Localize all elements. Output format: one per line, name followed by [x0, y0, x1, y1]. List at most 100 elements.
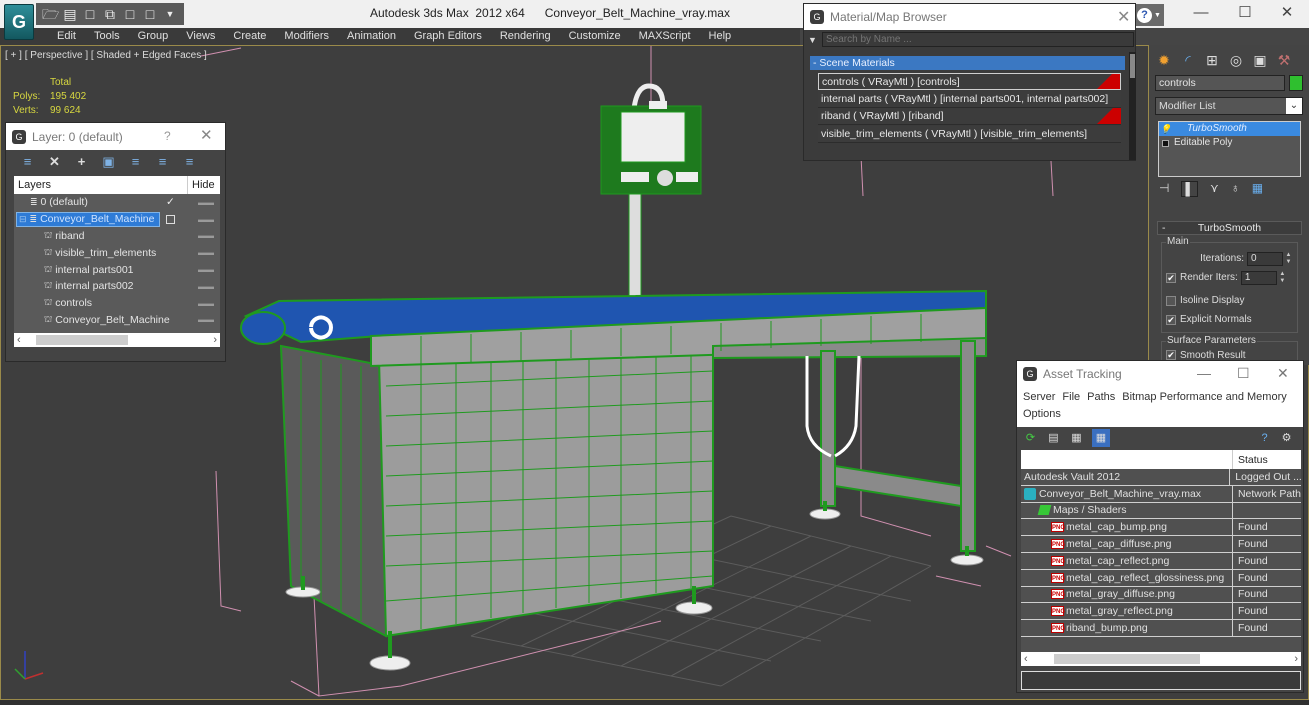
hide-toggle[interactable]: ▬▬ [198, 215, 214, 224]
configure-sets-icon[interactable]: ▦ [1252, 181, 1263, 197]
undo-icon[interactable]: □ [122, 6, 138, 22]
scroll-left-icon[interactable]: ‹ [1024, 652, 1028, 666]
object-color-swatch[interactable] [1289, 75, 1303, 91]
close-icon[interactable]: ✕ [1117, 7, 1130, 27]
menu-create[interactable]: Create [224, 28, 275, 45]
hide-toggle[interactable]: ▬▬ [198, 248, 214, 257]
layer-row[interactable]: ≣ 0 (default) ✓ ▬▬ [14, 194, 220, 211]
layer-dialog-titlebar[interactable]: G Layer: 0 (default) ? ✕ [6, 123, 225, 150]
close-button[interactable]: ✕ [1272, 3, 1302, 23]
modify-icon[interactable]: ◜ [1179, 51, 1197, 69]
menu-rendering[interactable]: Rendering [491, 28, 560, 45]
smooth-result-checkbox[interactable]: ✔ [1166, 350, 1176, 360]
asset-horizontal-scrollbar[interactable]: ‹ › [1021, 652, 1301, 666]
menu-maxscript[interactable]: MAXScript [630, 28, 700, 45]
viewport-label[interactable]: [ + ] [ Perspective ] [ Shaded + Edged F… [5, 50, 207, 61]
menu-tools[interactable]: Tools [85, 28, 129, 45]
create-icon[interactable]: ✹ [1155, 51, 1173, 69]
scroll-right-icon[interactable]: › [1294, 652, 1298, 666]
maximize-button[interactable]: ☐ [1237, 365, 1250, 382]
menu-edit[interactable]: Edit [48, 28, 85, 45]
object-row[interactable]: ⛫ internal parts002 ▬▬ [14, 278, 220, 295]
asset-tracking-titlebar[interactable]: G Asset Tracking — ☐ ✕ [1017, 361, 1303, 387]
show-end-result-icon[interactable]: ▌ [1181, 181, 1198, 197]
minimize-button[interactable]: — [1186, 3, 1216, 23]
redo-icon[interactable]: □ [142, 6, 158, 22]
expand-icon[interactable]: ⊟ [19, 214, 27, 225]
asset-menu-options[interactable]: Options [1023, 408, 1061, 420]
display-icon[interactable]: ▣ [1251, 51, 1269, 69]
scrollbar-thumb[interactable] [1054, 654, 1200, 664]
dropdown-icon[interactable]: ▼ [162, 6, 178, 22]
isoline-checkbox[interactable] [1166, 295, 1176, 306]
pin-stack-icon[interactable]: ⊣ [1159, 181, 1169, 197]
asset-menu-paths[interactable]: Paths [1087, 391, 1115, 403]
new-icon[interactable]: □ [82, 6, 98, 22]
create-layer-icon[interactable]: ≡ [20, 154, 35, 169]
asset-row[interactable]: PNG metal_cap_reflect_glossiness.png Found [1021, 569, 1301, 587]
table-view-icon[interactable]: ▦ [1092, 429, 1110, 447]
make-unique-icon[interactable]: ⋎ [1210, 181, 1219, 197]
scroll-left-icon[interactable]: ‹ [17, 333, 21, 347]
object-row[interactable]: ⛫ Conveyor_Belt_Machine ▬▬ [14, 312, 220, 329]
stack-item-turbosmooth[interactable]: 💡 TurboSmooth [1159, 122, 1300, 136]
asset-row[interactable]: PNG metal_cap_reflect.png Found [1021, 552, 1301, 570]
menu-help[interactable]: Help [700, 28, 741, 45]
refresh-icon[interactable]: ⟳ [1023, 431, 1038, 446]
close-button[interactable]: ✕ [1277, 365, 1289, 382]
help-button[interactable]: ? ▼ [1134, 4, 1164, 26]
object-name-field[interactable] [1155, 75, 1285, 91]
help-icon[interactable]: ? [164, 129, 171, 143]
freeze-all-icon[interactable]: ≡ [182, 154, 197, 169]
material-browser-titlebar[interactable]: G Material/Map Browser ✕ [804, 4, 1135, 30]
object-row[interactable]: ⛫ riband ▬▬ [14, 228, 220, 245]
utilities-icon[interactable]: ⚒ [1275, 51, 1293, 69]
spinner-arrows-icon[interactable]: ▲ ▼ [1278, 271, 1287, 285]
material-item[interactable]: visible_trim_elements ( VRayMtl ) [visib… [818, 125, 1121, 143]
select-objects-icon[interactable]: ▣ [101, 154, 116, 169]
add-to-layer-icon[interactable]: + [74, 154, 89, 169]
explicit-normals-checkbox[interactable]: ✔ [1166, 314, 1176, 325]
menu-animation[interactable]: Animation [338, 28, 405, 45]
hierarchy-icon[interactable]: ⊞ [1203, 51, 1221, 69]
column-layers[interactable]: Layers [14, 176, 188, 194]
options-dropdown-icon[interactable]: ▼ [808, 35, 822, 45]
column-status[interactable]: Status [1233, 450, 1268, 469]
chevron-down-icon[interactable]: ⌄ [1286, 98, 1302, 114]
layer-row[interactable]: ⊟ ≣ Conveyor_Belt_Machine ▬▬ [14, 211, 220, 228]
asset-row[interactable]: PNG metal_gray_reflect.png Found [1021, 603, 1301, 621]
asset-row[interactable]: PNG metal_cap_diffuse.png Found [1021, 536, 1301, 553]
asset-row[interactable]: PNG metal_cap_bump.png Found [1021, 519, 1301, 537]
spinner-arrows-icon[interactable]: ▲ ▼ [1284, 252, 1293, 266]
whats-this-icon[interactable]: ⚙ [1279, 431, 1294, 446]
hold-icon[interactable]: ⧉ [102, 6, 118, 22]
help-icon[interactable]: ? [1257, 431, 1272, 446]
current-layer-check-icon[interactable]: ✓ [166, 196, 175, 208]
motion-icon[interactable]: ◎ [1227, 51, 1245, 69]
column-name[interactable] [1021, 450, 1233, 469]
asset-menu-bitmap-performance-and-memory[interactable]: Bitmap Performance and Memory [1122, 391, 1286, 403]
scrollbar-thumb[interactable] [1130, 54, 1135, 78]
material-vertical-scrollbar[interactable] [1129, 52, 1136, 160]
hide-toggle[interactable]: ▬▬ [198, 282, 214, 291]
set-current-checkbox[interactable] [166, 214, 175, 224]
material-item[interactable]: internal parts ( VRayMtl ) [internal par… [818, 90, 1121, 108]
render-iters-checkbox[interactable]: ✔ [1166, 272, 1176, 283]
search-input[interactable] [822, 32, 1134, 47]
asset-path-field[interactable] [1021, 671, 1301, 690]
open-icon[interactable]: 🗁 [42, 6, 59, 22]
asset-menu-file[interactable]: File [1062, 391, 1080, 403]
app-menu-button[interactable]: G [4, 4, 34, 40]
remove-modifier-icon[interactable]: ♁ [1231, 181, 1240, 197]
lightbulb-icon[interactable]: 💡 [1159, 122, 1173, 136]
scrollbar-thumb[interactable] [36, 335, 128, 345]
scene-materials-group[interactable]: - Scene Materials [810, 56, 1125, 70]
object-row[interactable]: ⛫ controls ▬▬ [14, 295, 220, 312]
hide-toggle[interactable]: ▬▬ [198, 265, 214, 274]
iterations-spinner[interactable]: 0 [1247, 251, 1283, 266]
save-icon[interactable]: ▤ [62, 6, 78, 22]
menu-graph-editors[interactable]: Graph Editors [405, 28, 491, 45]
column-hide[interactable]: Hide [188, 176, 215, 194]
asset-menu-server[interactable]: Server [1023, 391, 1055, 403]
hide-toggle[interactable]: ▬▬ [198, 198, 214, 207]
